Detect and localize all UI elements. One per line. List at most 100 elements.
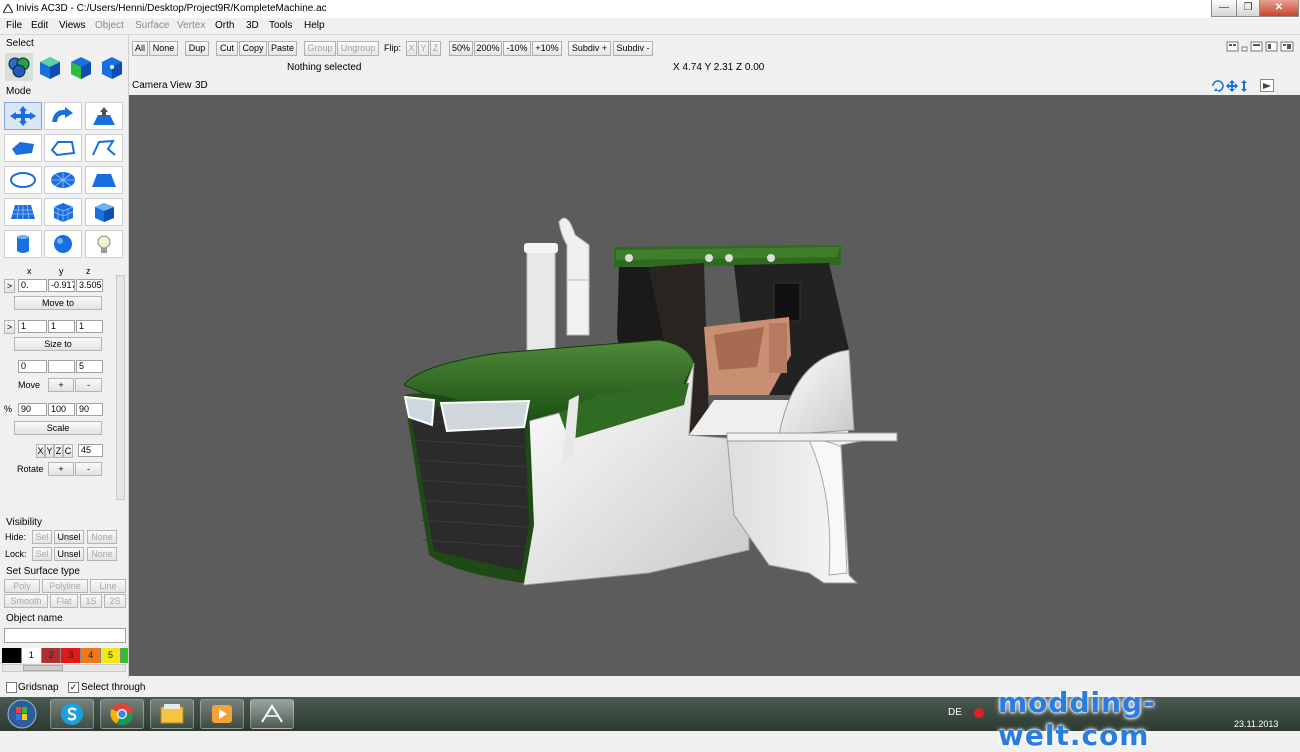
zoom-minus-10-button[interactable]: -10% bbox=[503, 41, 531, 56]
menu-vertex[interactable]: Vertex bbox=[177, 20, 205, 31]
view-menu[interactable]: View bbox=[170, 80, 192, 91]
disc-tool[interactable] bbox=[44, 166, 82, 194]
plane-tool[interactable] bbox=[85, 166, 123, 194]
rotate-axis-c-button[interactable]: C bbox=[63, 444, 73, 458]
subdiv-plus-button[interactable]: Subdiv + bbox=[568, 41, 611, 56]
scale-z-field[interactable]: 90 bbox=[76, 403, 103, 416]
hide-none-button[interactable]: None bbox=[87, 530, 117, 544]
paste-button[interactable]: Paste bbox=[268, 41, 297, 56]
select-none-button[interactable]: None bbox=[149, 41, 178, 56]
rotate-minus-button[interactable]: - bbox=[75, 462, 102, 476]
size-expand-button[interactable]: > bbox=[4, 320, 15, 334]
zoom-plus-10-button[interactable]: +10% bbox=[532, 41, 562, 56]
extrude-mode-tool[interactable] bbox=[85, 102, 123, 130]
size-z-field[interactable]: 1 bbox=[76, 320, 103, 333]
move-minus-button[interactable]: - bbox=[75, 378, 102, 392]
input-language-indicator[interactable]: DE bbox=[948, 707, 962, 718]
copy-button[interactable]: Copy bbox=[239, 41, 267, 56]
select-through-checkbox[interactable]: ✓ bbox=[68, 682, 79, 693]
line-tool[interactable] bbox=[85, 134, 123, 162]
tool-panel-scrollbar[interactable] bbox=[116, 275, 125, 500]
view-navigation-icons[interactable] bbox=[1211, 79, 1251, 93]
menu-help[interactable]: Help bbox=[304, 20, 325, 31]
taskbar-media-player[interactable] bbox=[200, 699, 244, 729]
select-group-icon[interactable] bbox=[5, 53, 33, 81]
position-x-field[interactable]: 0. bbox=[18, 279, 47, 292]
rotate-axis-z-button[interactable]: Z bbox=[54, 444, 63, 458]
rotate-axis-x-button[interactable]: X bbox=[36, 444, 45, 458]
smooth-button[interactable]: Smooth bbox=[4, 594, 48, 608]
palette-swatch[interactable]: 5 bbox=[101, 648, 121, 663]
rotate-mode-tool[interactable] bbox=[44, 102, 82, 130]
scale-y-field[interactable]: 100 bbox=[48, 403, 75, 416]
zoom-50-button[interactable]: 50% bbox=[449, 41, 473, 56]
surface-line-button[interactable]: Line bbox=[90, 579, 126, 593]
cylinder-tool[interactable] bbox=[4, 230, 42, 258]
lock-none-button[interactable]: None bbox=[87, 547, 117, 561]
select-object-icon[interactable] bbox=[36, 53, 64, 81]
size-to-button[interactable]: Size to bbox=[14, 337, 102, 351]
gridsnap-checkbox[interactable] bbox=[6, 682, 17, 693]
position-z-field[interactable]: 3.5058 bbox=[76, 279, 103, 292]
box-tool[interactable] bbox=[85, 198, 123, 226]
polyline-tool[interactable] bbox=[44, 134, 82, 162]
move-y-field[interactable] bbox=[48, 360, 75, 373]
minimize-button[interactable]: — bbox=[1211, 0, 1237, 17]
move-x-field[interactable]: 0 bbox=[18, 360, 47, 373]
menu-3d[interactable]: 3D bbox=[246, 20, 259, 31]
close-button[interactable]: ✕ bbox=[1259, 0, 1299, 17]
ungroup-button[interactable]: Ungroup bbox=[337, 41, 379, 56]
position-y-field[interactable]: -0.917 bbox=[48, 279, 75, 292]
palette-scrollbar[interactable] bbox=[2, 664, 126, 672]
duplicate-button[interactable]: Dup bbox=[185, 41, 209, 56]
size-x-field[interactable]: 1 bbox=[18, 320, 47, 333]
scale-x-field[interactable]: 90 bbox=[18, 403, 47, 416]
palette-swatch[interactable]: 3 bbox=[61, 648, 82, 663]
flat-button[interactable]: Flat bbox=[50, 594, 78, 608]
object-name-field[interactable] bbox=[4, 628, 126, 643]
hide-unselected-button[interactable]: Unsel bbox=[54, 530, 84, 544]
lock-selected-button[interactable]: Sel bbox=[32, 547, 52, 561]
taskbar-skype[interactable] bbox=[50, 699, 94, 729]
menu-orth[interactable]: Orth bbox=[215, 20, 234, 31]
rotate-axis-y-button[interactable]: Y bbox=[45, 444, 54, 458]
layout-buttons-icon[interactable] bbox=[1226, 40, 1296, 54]
move-to-button[interactable]: Move to bbox=[14, 296, 102, 310]
move-mode-tool[interactable] bbox=[4, 102, 42, 130]
palette-swatch[interactable]: 2 bbox=[41, 648, 62, 663]
tray-red-icon[interactable] bbox=[972, 707, 986, 719]
select-all-button[interactable]: All bbox=[132, 41, 148, 56]
ellipse-tool[interactable] bbox=[4, 166, 42, 194]
taskbar-explorer[interactable] bbox=[150, 699, 194, 729]
select-surface-icon[interactable] bbox=[67, 53, 95, 81]
menu-file[interactable]: File bbox=[6, 20, 22, 31]
position-expand-button[interactable]: > bbox=[4, 279, 15, 293]
move-plus-button[interactable]: + bbox=[48, 378, 74, 392]
flip-z-button[interactable]: Z bbox=[430, 41, 441, 56]
box-grid-tool[interactable] bbox=[44, 198, 82, 226]
light-tool[interactable] bbox=[85, 230, 123, 258]
rotate-plus-button[interactable]: + bbox=[48, 462, 74, 476]
size-y-field[interactable]: 1 bbox=[48, 320, 75, 333]
palette-swatch[interactable] bbox=[120, 648, 128, 663]
subdiv-minus-button[interactable]: Subdiv - bbox=[613, 41, 653, 56]
start-button[interactable] bbox=[2, 699, 42, 729]
hide-selected-button[interactable]: Sel bbox=[32, 530, 52, 544]
palette-swatch[interactable]: 1 bbox=[21, 648, 42, 663]
menu-views[interactable]: Views bbox=[59, 20, 86, 31]
move-z-field[interactable]: 5 bbox=[76, 360, 103, 373]
zoom-200-button[interactable]: 200% bbox=[474, 41, 502, 56]
group-button[interactable]: Group bbox=[304, 41, 336, 56]
menu-edit[interactable]: Edit bbox=[31, 20, 48, 31]
palette-swatch[interactable]: 4 bbox=[81, 648, 102, 663]
surface-polyline-button[interactable]: Polyline bbox=[42, 579, 88, 593]
flip-x-button[interactable]: X bbox=[406, 41, 417, 56]
cut-button[interactable]: Cut bbox=[216, 41, 238, 56]
view-options-icon[interactable] bbox=[1260, 79, 1274, 92]
two-sided-button[interactable]: 2S bbox=[104, 594, 126, 608]
maximize-button[interactable]: ❐ bbox=[1236, 0, 1260, 17]
palette-swatch[interactable] bbox=[2, 648, 22, 663]
rotate-angle-field[interactable]: 45 bbox=[78, 444, 103, 457]
surface-poly-button[interactable]: Poly bbox=[4, 579, 40, 593]
sphere-tool[interactable] bbox=[44, 230, 82, 258]
